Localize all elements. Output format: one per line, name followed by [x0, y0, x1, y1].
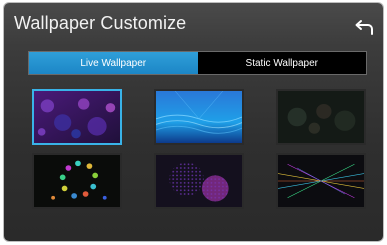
wallpaper-thumb-blue-waves[interactable]: [154, 89, 244, 145]
wallpaper-customize-screen: Wallpaper Customize Live Wallpaper Stati…: [4, 3, 383, 241]
wallpaper-thumb-dark-bokeh[interactable]: [276, 89, 366, 145]
back-arrow-icon: [355, 20, 373, 35]
wallpaper-type-tabs: Live Wallpaper Static Wallpaper: [28, 51, 367, 75]
wallpaper-thumb-purple-bubbles[interactable]: [32, 89, 122, 145]
back-button[interactable]: [353, 15, 377, 37]
wallpaper-thumb-neon-lines[interactable]: [276, 153, 366, 209]
page-title: Wallpaper Customize: [14, 13, 187, 33]
wallpaper-grid: [30, 85, 366, 215]
tab-static-wallpaper[interactable]: Static Wallpaper: [197, 52, 366, 74]
wallpaper-thumb-colored-particles-ring[interactable]: [32, 153, 122, 209]
tab-live-wallpaper[interactable]: Live Wallpaper: [29, 52, 198, 74]
wallpaper-thumb-purple-dots[interactable]: [154, 153, 244, 209]
